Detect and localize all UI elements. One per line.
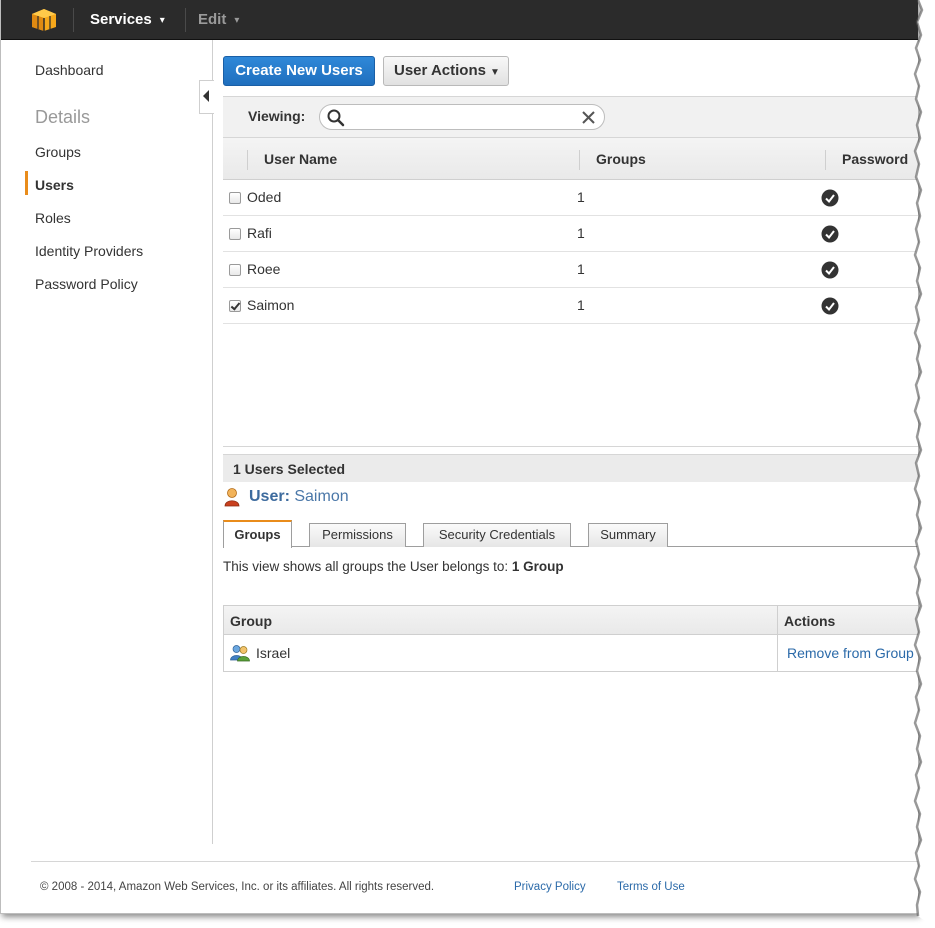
sidebar-active-indicator (25, 171, 28, 195)
password-check-icon (821, 225, 839, 243)
groups-view-description: This view shows all groups the User belo… (223, 559, 564, 574)
column-header-groups[interactable]: Groups (596, 151, 646, 167)
table-row[interactable]: Saimon 1 (223, 288, 918, 324)
groups-count: 1 Group (511, 559, 564, 574)
group-icon (230, 645, 250, 662)
column-header-user-name[interactable]: User Name (264, 151, 337, 167)
table-row[interactable]: Roee 1 (223, 252, 918, 288)
column-header-password[interactable]: Password (842, 151, 908, 167)
chevron-down-icon: ▾ (234, 15, 240, 26)
column-divider (777, 606, 778, 635)
user-name[interactable]: Roee (247, 261, 280, 277)
edit-menu-label: Edit (198, 11, 227, 28)
chevron-down-icon: ▾ (159, 15, 165, 26)
user-name[interactable]: Saimon (247, 297, 294, 313)
user-groups-count: 1 (577, 189, 585, 205)
password-check-icon (821, 189, 839, 207)
selected-user-name: Saimon (294, 488, 349, 505)
table-row[interactable]: Oded 1 (223, 180, 918, 216)
selection-bar: 1 Users Selected (223, 454, 918, 482)
table-bottom-divider (223, 446, 918, 447)
sidebar-item-roles[interactable]: Roles (35, 210, 71, 226)
table-row[interactable]: Rafi 1 (223, 216, 918, 252)
column-divider (247, 150, 248, 170)
sidebar: Dashboard Details Groups Users Roles Ide… (1, 40, 213, 844)
column-divider (825, 150, 826, 170)
user-groups-count: 1 (577, 297, 585, 313)
edit-menu[interactable]: Edit ▾ (198, 11, 239, 28)
search-icon (327, 109, 345, 127)
row-checkbox[interactable] (229, 264, 241, 276)
viewing-label: Viewing: (248, 108, 306, 124)
remove-from-group-link[interactable]: Remove from Group (787, 645, 914, 661)
tab-groups[interactable]: Groups (223, 520, 292, 548)
selected-count: 1 Users Selected (233, 461, 346, 477)
search-input[interactable] (350, 108, 570, 126)
password-check-icon (821, 261, 839, 279)
topbar-divider (185, 8, 186, 32)
services-menu-label: Services (90, 11, 152, 28)
torn-edge-decoration (913, 0, 935, 928)
terms-of-use-link[interactable]: Terms of Use (617, 881, 685, 893)
tab-summary[interactable]: Summary (588, 523, 668, 547)
footer-copyright: © 2008 - 2014, Amazon Web Services, Inc.… (40, 881, 435, 893)
search-box (319, 104, 605, 130)
sidebar-item-dashboard[interactable]: Dashboard (35, 62, 104, 78)
tab-permissions[interactable]: Permissions (309, 523, 406, 547)
column-divider (777, 635, 778, 671)
filter-bar: Viewing: (223, 96, 918, 138)
column-header-group: Group (230, 613, 272, 629)
column-header-actions: Actions (784, 613, 836, 629)
sidebar-item-password-policy[interactable]: Password Policy (35, 276, 138, 292)
column-divider (579, 150, 580, 170)
services-menu[interactable]: Services ▾ (90, 11, 165, 28)
chevron-down-icon: ▼ (489, 67, 500, 78)
collapse-sidebar-button[interactable] (199, 80, 214, 114)
group-name: Israel (256, 645, 291, 661)
user-groups-count: 1 (577, 261, 585, 277)
topbar-divider (73, 8, 74, 32)
aws-cube-logo-icon[interactable] (31, 8, 57, 32)
groups-table-header: Group Actions (223, 605, 918, 635)
user-actions-label: User Actions (394, 62, 486, 79)
sidebar-item-users[interactable]: Users (35, 177, 74, 193)
password-check-icon (821, 297, 839, 315)
user-name[interactable]: Oded (247, 189, 281, 205)
console-window: Services ▾ Edit ▾ Dashboard Details Groups… (0, 0, 918, 914)
sidebar-heading-details: Details (35, 107, 91, 127)
selected-user-prefix: User: (249, 488, 290, 505)
user-actions-button[interactable]: User Actions ▼ (383, 56, 509, 86)
sidebar-item-groups[interactable]: Groups (35, 144, 81, 160)
user-name[interactable]: Rafi (247, 225, 272, 241)
users-table-header: User Name Groups Password (223, 138, 918, 180)
footer-divider (31, 861, 918, 862)
row-checkbox[interactable] (229, 228, 241, 240)
table-row: Israel Remove from Group (223, 635, 918, 672)
selected-user-title: User: Saimon (249, 488, 349, 506)
row-checkbox[interactable] (229, 300, 241, 312)
top-navigation-bar: Services ▾ Edit ▾ (1, 0, 918, 40)
sidebar-item-identity-providers[interactable]: Identity Providers (35, 243, 143, 259)
groups-view-text: This view shows all groups the User belo… (223, 559, 509, 574)
create-new-users-button[interactable]: Create New Users (223, 56, 375, 86)
user-icon (224, 488, 240, 507)
privacy-policy-link[interactable]: Privacy Policy (514, 881, 586, 893)
user-groups-count: 1 (577, 225, 585, 241)
row-checkbox[interactable] (229, 192, 241, 204)
tab-security-credentials[interactable]: Security Credentials (423, 523, 571, 547)
clear-search-icon[interactable] (580, 109, 597, 126)
chevron-left-icon (203, 90, 209, 102)
